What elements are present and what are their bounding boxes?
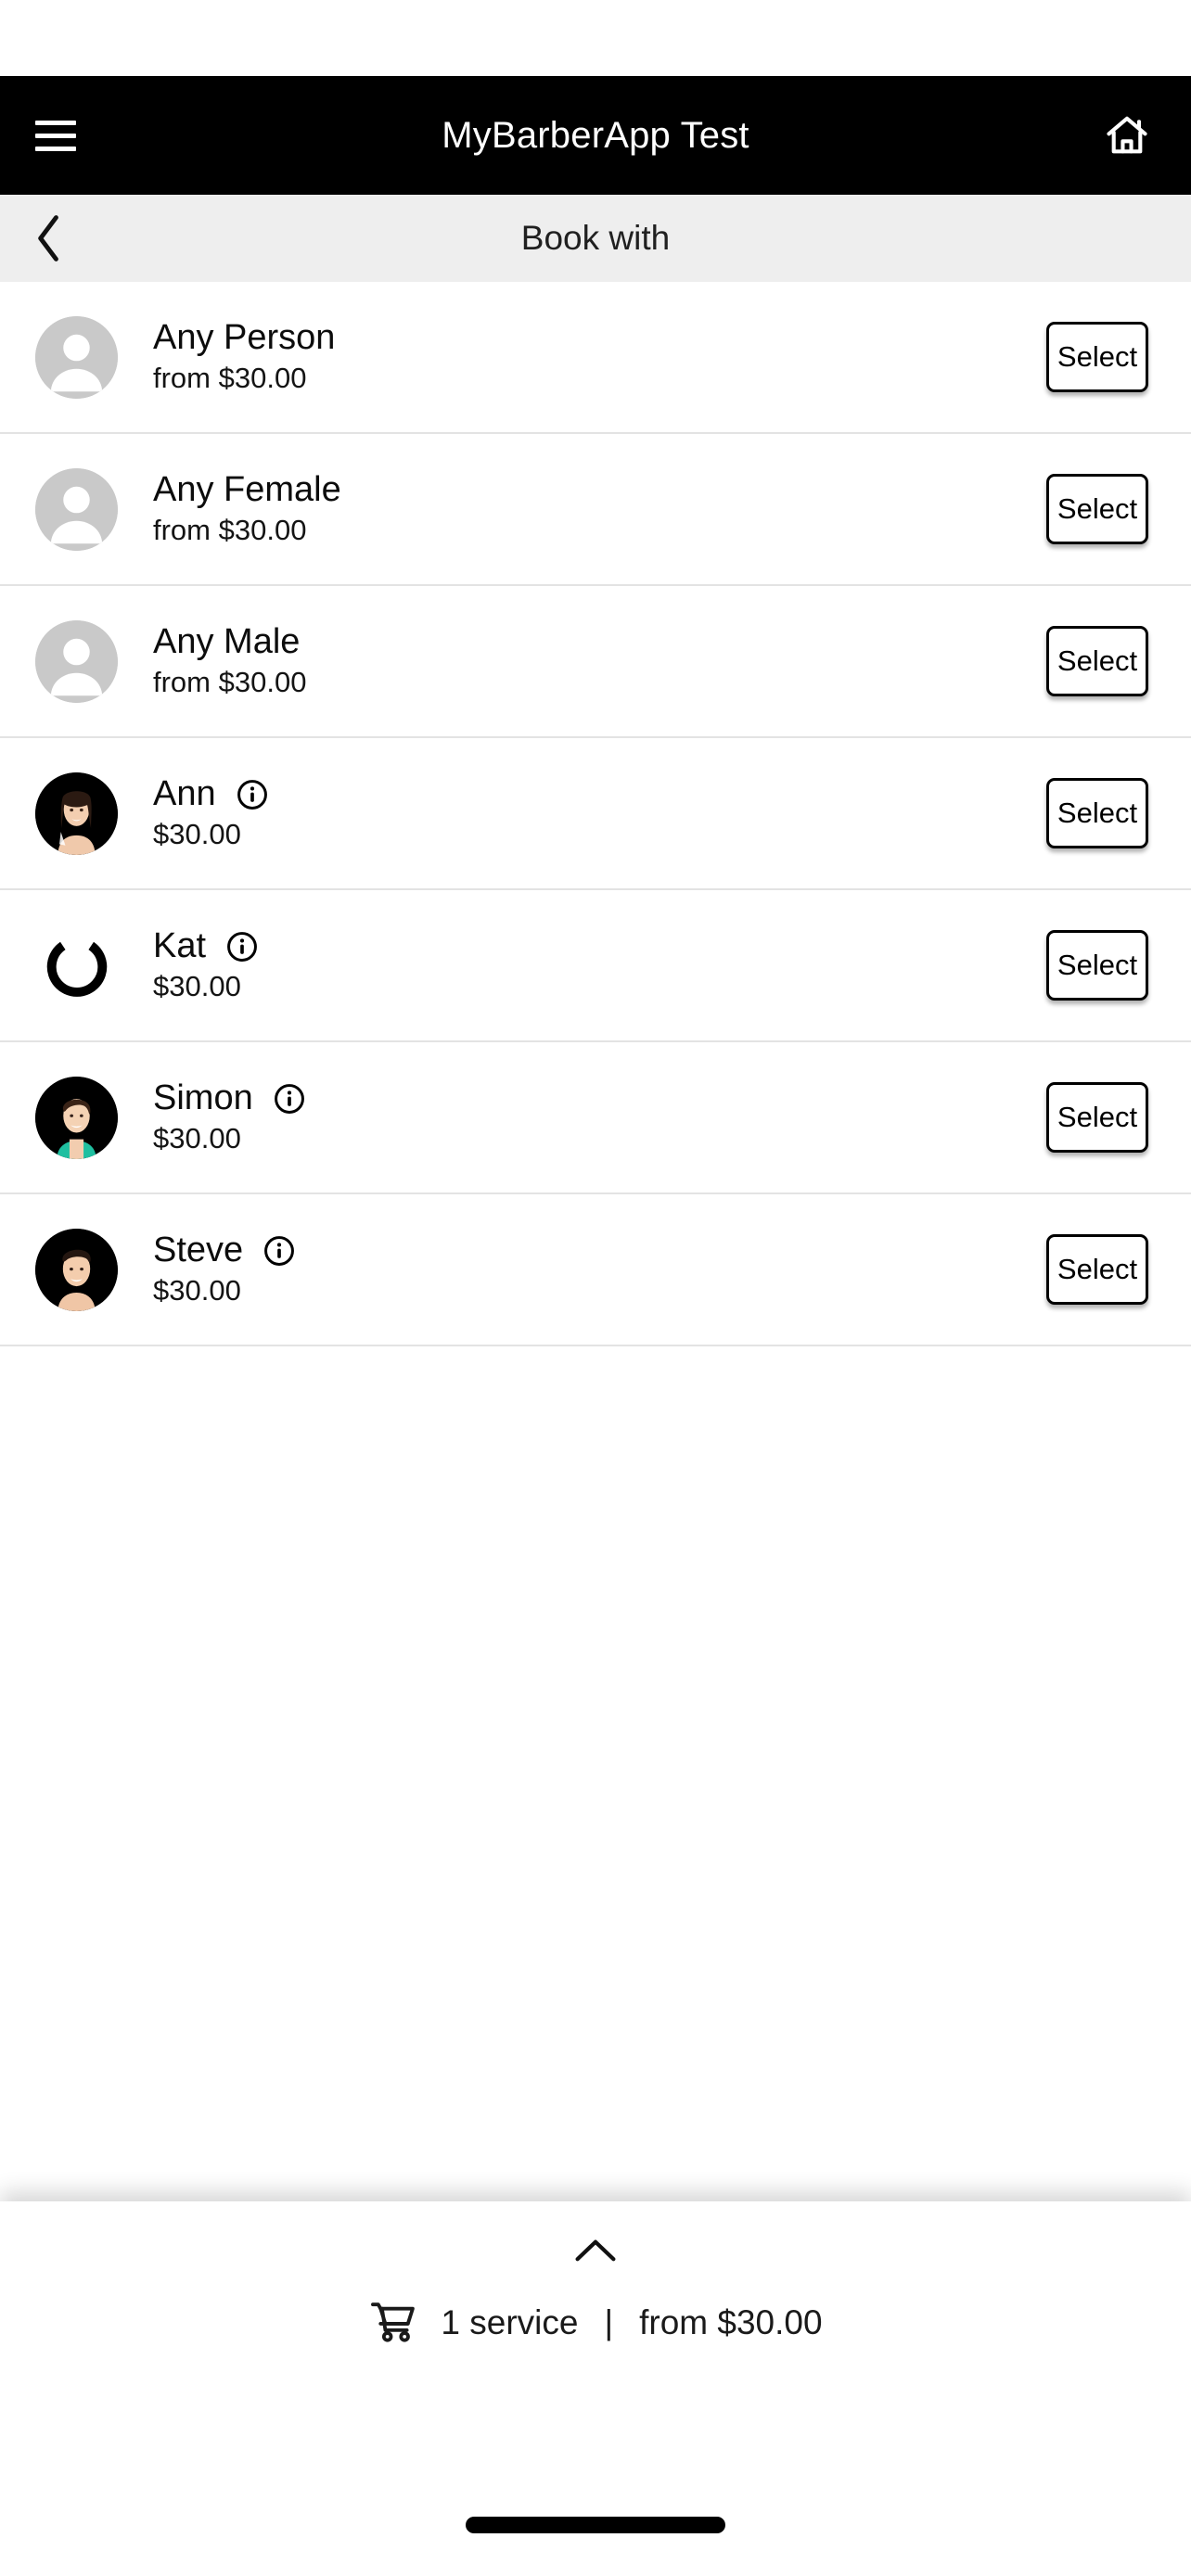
select-button[interactable]: Select — [1046, 322, 1148, 392]
home-indicator — [466, 2517, 725, 2533]
list-item[interactable]: Ann $30.00 Select — [0, 738, 1191, 890]
hamburger-bar — [35, 133, 76, 138]
steve-portrait — [35, 1228, 118, 1311]
list-item-info: Ann $30.00 — [118, 774, 1046, 850]
person-silhouette-icon — [35, 619, 118, 703]
generic-person-avatar — [35, 467, 118, 551]
list-item-info: Any Person from $30.00 — [118, 318, 1046, 394]
list-item[interactable]: Simon $30.00 Select — [0, 1042, 1191, 1194]
select-button[interactable]: Select — [1046, 1082, 1148, 1153]
cart-glyph — [371, 2302, 416, 2342]
cart-separator: | — [604, 2303, 614, 2341]
staff-photo-avatar — [35, 1228, 118, 1311]
status-bar — [0, 0, 1191, 76]
select-button[interactable]: Select — [1046, 930, 1148, 1001]
list-item-name: Ann — [153, 774, 216, 813]
back-button[interactable] — [33, 210, 89, 266]
info-glyph — [264, 1236, 295, 1266]
select-button[interactable]: Select — [1046, 626, 1148, 696]
list-item-name-line: Simon — [153, 1078, 1046, 1117]
chevron-left-icon — [38, 215, 58, 261]
sub-header: Book with — [0, 195, 1191, 282]
info-glyph — [274, 1084, 304, 1114]
spinner-arc — [46, 941, 107, 997]
list-item-price: $30.00 — [153, 969, 241, 1002]
list-item[interactable]: Any Female from $30.00 Select — [0, 434, 1191, 586]
info-circle-icon[interactable] — [226, 931, 258, 963]
staff-photo-avatar — [35, 1076, 118, 1159]
info-glyph — [237, 780, 267, 810]
person-silhouette-icon — [35, 467, 118, 551]
info-glyph — [227, 932, 257, 962]
hamburger-menu-icon[interactable] — [35, 108, 89, 162]
info-circle-icon[interactable] — [274, 1083, 305, 1115]
hamburger-bar — [35, 146, 76, 151]
list-item-name: Any Person — [153, 318, 336, 357]
cart-summary-line[interactable]: 1 service | from $30.00 — [368, 2298, 823, 2348]
page-title: Book with — [520, 219, 671, 257]
generic-person-avatar — [35, 619, 118, 703]
home-glyph — [1107, 116, 1147, 154]
list-item-name-line: Any Female — [153, 470, 1046, 509]
generic-person-avatar — [35, 315, 118, 399]
staff-photo-avatar — [35, 772, 118, 855]
list-item[interactable]: Steve $30.00 Select — [0, 1194, 1191, 1346]
expand-cart-button[interactable] — [563, 2229, 628, 2272]
list-item-name-line: Any Person — [153, 318, 1046, 357]
cart-services-count: 1 service — [441, 2303, 579, 2341]
hamburger-bar — [35, 120, 76, 125]
list-item[interactable]: Any Person from $30.00 Select — [0, 282, 1191, 434]
list-item-info: Kat $30.00 — [118, 926, 1046, 1002]
select-button[interactable]: Select — [1046, 1234, 1148, 1305]
shopping-cart-icon — [368, 2298, 418, 2348]
cart-total: from $30.00 — [639, 2303, 823, 2341]
list-item-name: Kat — [153, 926, 207, 965]
list-item-name: Steve — [153, 1231, 244, 1269]
list-item-info: Simon $30.00 — [118, 1078, 1046, 1154]
select-button[interactable]: Select — [1046, 474, 1148, 544]
list-item-name-line: Ann — [153, 774, 1046, 813]
ann-portrait — [35, 772, 118, 855]
list-item-price: from $30.00 — [153, 361, 307, 394]
list-item-info: Any Female from $30.00 — [118, 470, 1046, 546]
app-title: MyBarberApp Test — [442, 114, 749, 156]
list-item-info: Steve $30.00 — [118, 1231, 1046, 1307]
list-item-name-line: Kat — [153, 926, 1046, 965]
list-item[interactable]: Kat $30.00 Select — [0, 890, 1191, 1042]
home-icon[interactable] — [1098, 107, 1156, 164]
simon-portrait — [35, 1076, 118, 1159]
list-item-price: $30.00 — [153, 1273, 241, 1307]
list-item-price: from $30.00 — [153, 665, 307, 698]
list-item-price: from $30.00 — [153, 513, 307, 546]
loading-spinner-icon — [35, 925, 118, 1007]
cart-summary-bar[interactable]: 1 service | from $30.00 — [0, 2201, 1191, 2576]
list-item-name: Any Male — [153, 622, 301, 661]
app-header: MyBarberApp Test — [0, 76, 1191, 195]
select-button[interactable]: Select — [1046, 778, 1148, 848]
list-item[interactable]: Any Male from $30.00 Select — [0, 586, 1191, 738]
list-item-price: $30.00 — [153, 1121, 241, 1154]
list-item-name-line: Any Male — [153, 622, 1046, 661]
list-item-info: Any Male from $30.00 — [118, 622, 1046, 698]
person-silhouette-icon — [35, 315, 118, 399]
info-circle-icon[interactable] — [263, 1235, 295, 1267]
list-item-name: Any Female — [153, 470, 341, 509]
list-item-name: Simon — [153, 1078, 253, 1117]
info-circle-icon[interactable] — [237, 779, 268, 810]
chevron-up-icon — [575, 2239, 616, 2262]
list-item-name-line: Steve — [153, 1231, 1046, 1269]
list-item-price: $30.00 — [153, 817, 241, 850]
